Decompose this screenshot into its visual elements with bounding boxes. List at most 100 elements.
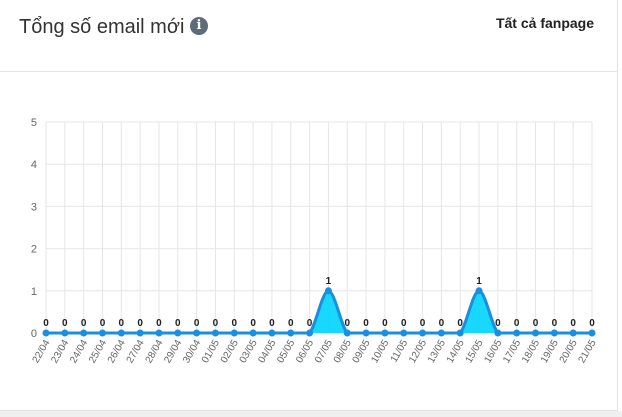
x-tick-label: 08/05 xyxy=(332,338,354,366)
data-label: 0 xyxy=(495,318,501,329)
card-title: Tổng số email mới xyxy=(19,16,185,38)
data-label: 0 xyxy=(552,318,558,329)
data-label: 0 xyxy=(175,318,181,329)
y-tick-label: 3 xyxy=(31,201,37,213)
data-point xyxy=(569,329,577,337)
data-point xyxy=(117,329,125,337)
data-label: 0 xyxy=(231,318,237,329)
x-tick-label: 13/05 xyxy=(426,338,448,366)
data-point xyxy=(532,329,540,337)
data-label: 0 xyxy=(194,318,200,329)
y-tick-label: 4 xyxy=(31,159,37,171)
data-label: 0 xyxy=(420,318,426,329)
x-tick-label: 21/05 xyxy=(577,338,599,366)
data-point xyxy=(324,287,332,295)
data-point xyxy=(249,329,257,337)
data-label: 0 xyxy=(156,318,162,329)
x-tick-label: 29/04 xyxy=(162,338,184,366)
data-point xyxy=(155,329,163,337)
data-point xyxy=(136,329,144,337)
data-point xyxy=(419,329,427,337)
data-point xyxy=(381,329,389,337)
data-label: 0 xyxy=(100,318,106,329)
x-tick-label: 24/04 xyxy=(68,338,90,366)
x-tick-label: 18/05 xyxy=(520,338,542,366)
data-point xyxy=(42,329,50,337)
x-tick-label: 09/05 xyxy=(351,338,373,366)
x-tick-label: 28/04 xyxy=(144,338,166,366)
data-label: 0 xyxy=(401,318,407,329)
x-tick-label: 03/05 xyxy=(238,338,260,366)
email-chart: 0 1 2 3 4 5 22/0423/0424/0425/0426/0427/0428/0… xyxy=(31,117,599,366)
data-point xyxy=(494,329,502,337)
data-label: 0 xyxy=(457,318,463,329)
data-label: 0 xyxy=(137,318,143,329)
data-label: 0 xyxy=(589,318,595,329)
data-label: 0 xyxy=(269,318,275,329)
data-label: 0 xyxy=(43,318,49,329)
data-label: 0 xyxy=(213,318,219,329)
data-point xyxy=(362,329,370,337)
data-point xyxy=(513,329,521,337)
data-point xyxy=(588,329,596,337)
data-point xyxy=(230,329,238,337)
data-label: 0 xyxy=(363,318,369,329)
data-point xyxy=(98,329,106,337)
data-point xyxy=(174,329,182,337)
x-tick-label: 10/05 xyxy=(369,338,391,366)
x-tick-label: 17/05 xyxy=(501,338,523,366)
x-tick-label: 23/04 xyxy=(49,338,71,366)
info-icon[interactable]: i xyxy=(190,17,208,35)
data-point xyxy=(287,329,295,337)
data-label: 1 xyxy=(326,276,332,287)
data-point xyxy=(306,329,314,337)
data-label: 1 xyxy=(476,276,482,287)
x-tick-label: 22/04 xyxy=(31,338,53,366)
x-tick-label: 02/05 xyxy=(219,338,241,366)
x-tick-label: 30/04 xyxy=(181,338,203,366)
x-tick-label: 01/05 xyxy=(200,338,222,366)
card-header: Tổng số email mới i Tất cả fanpage xyxy=(0,0,618,72)
x-tick-label: 04/05 xyxy=(256,338,278,366)
data-label: 0 xyxy=(514,318,520,329)
x-tick-label: 07/05 xyxy=(313,338,335,366)
x-tick-label: 16/05 xyxy=(482,338,504,366)
x-tick-label: 12/05 xyxy=(407,338,429,366)
data-point xyxy=(475,287,483,295)
data-point xyxy=(61,329,69,337)
data-point xyxy=(456,329,464,337)
x-tick-label: 19/05 xyxy=(539,338,561,366)
data-label: 0 xyxy=(533,318,539,329)
x-tick-label: 27/04 xyxy=(125,338,147,366)
data-point xyxy=(80,329,88,337)
data-label: 0 xyxy=(119,318,125,329)
page-bottom-strip xyxy=(0,411,622,417)
y-tick-label: 0 xyxy=(31,328,37,340)
data-point xyxy=(400,329,408,337)
y-tick-label: 1 xyxy=(31,286,37,298)
data-point xyxy=(437,329,445,337)
data-label: 0 xyxy=(439,318,445,329)
data-label: 0 xyxy=(62,318,68,329)
y-tick-label: 2 xyxy=(31,244,37,256)
x-tick-label: 20/05 xyxy=(558,338,580,366)
email-stats-card: Tổng số email mới i Tất cả fanpage 0 1 2 3 4… xyxy=(0,0,618,411)
data-point xyxy=(550,329,558,337)
data-point xyxy=(268,329,276,337)
data-label: 0 xyxy=(382,318,388,329)
x-tick-label: 06/05 xyxy=(294,338,316,366)
data-label: 0 xyxy=(570,318,576,329)
y-tick-label: 5 xyxy=(31,117,37,129)
data-label: 0 xyxy=(344,318,350,329)
data-label: 0 xyxy=(307,318,313,329)
data-label: 0 xyxy=(81,318,87,329)
x-tick-label: 26/04 xyxy=(106,338,128,366)
data-point xyxy=(211,329,219,337)
x-tick-label: 25/04 xyxy=(87,338,109,366)
data-label: 0 xyxy=(250,318,256,329)
x-tick-label: 14/05 xyxy=(445,338,467,366)
data-label: 0 xyxy=(288,318,294,329)
x-tick-label: 15/05 xyxy=(464,338,486,366)
x-tick-label: 05/05 xyxy=(275,338,297,366)
fanpage-filter[interactable]: Tất cả fanpage xyxy=(496,15,594,31)
